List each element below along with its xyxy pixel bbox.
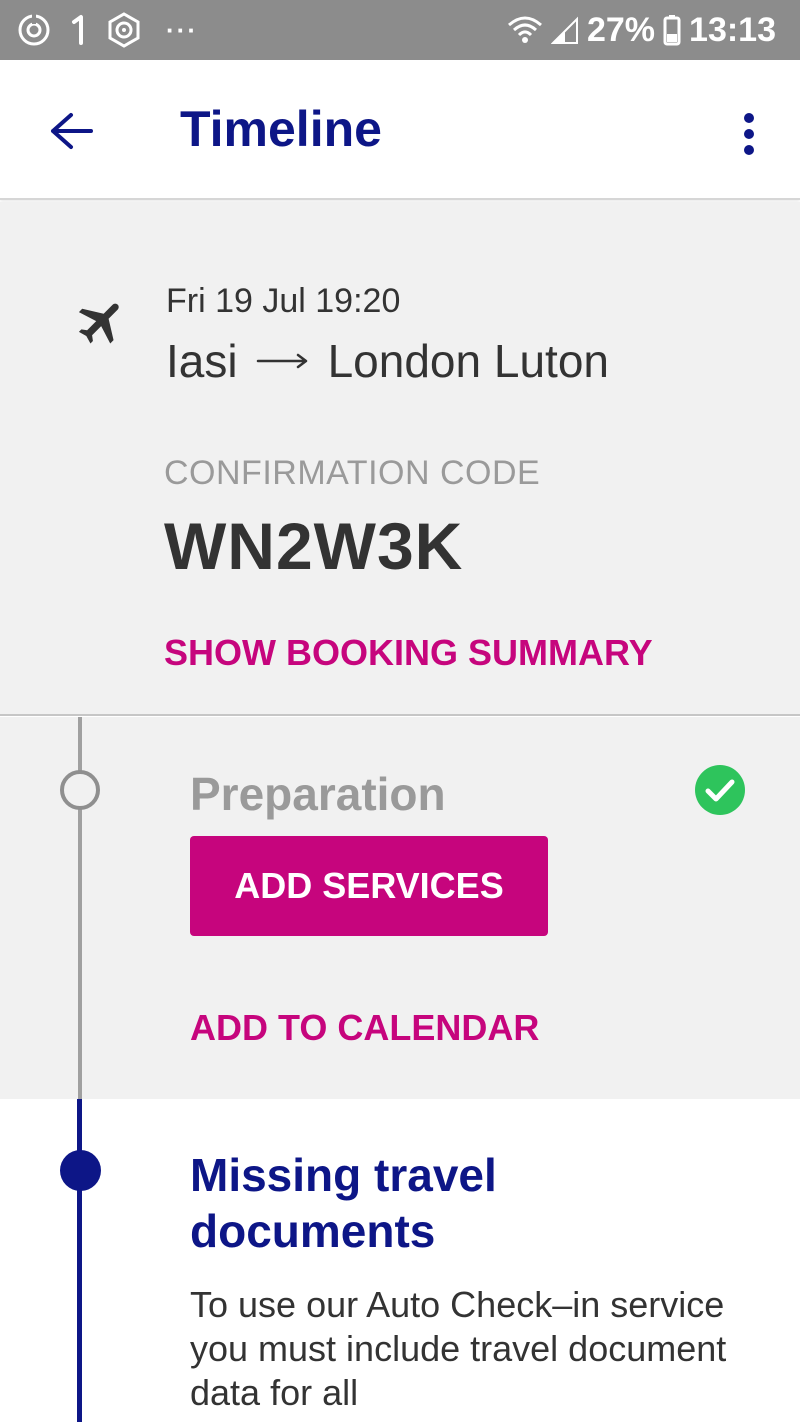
origin-city: Iasi xyxy=(166,335,238,387)
flight-route: Iasi London Luton xyxy=(166,334,609,388)
flight-datetime: Fri 19 Jul 19:20 xyxy=(166,282,401,320)
timeline-step-missing-documents: Missing travel documents To use our Auto… xyxy=(0,1099,800,1422)
confirmation-code-label: CONFIRMATION CODE xyxy=(164,454,541,492)
airplane-icon xyxy=(78,303,119,344)
check-circle-icon xyxy=(695,765,745,815)
battery-icon xyxy=(663,14,681,46)
arrow-left-icon xyxy=(51,113,93,149)
sync-icon xyxy=(16,12,52,48)
more-vert-icon xyxy=(744,113,754,155)
status-bar: ··· 27% 13:13 xyxy=(0,0,800,60)
timeline-node-filled xyxy=(60,1150,101,1191)
back-button[interactable] xyxy=(44,104,98,158)
timeline-node-hollow xyxy=(60,770,100,810)
page-title: Timeline xyxy=(180,101,382,157)
battery-percentage: 27% xyxy=(586,10,656,49)
status-bar-system: 27% 13:13 xyxy=(507,10,776,50)
timeline-step-preparation: Preparation ADD SERVICES ADD TO CALENDAR xyxy=(0,717,800,1099)
step-description: To use our Auto Check–in service you mus… xyxy=(190,1284,727,1413)
notification-1-icon xyxy=(68,12,90,48)
arrow-right-icon xyxy=(256,353,307,369)
add-to-calendar-link[interactable]: ADD TO CALENDAR xyxy=(190,1007,539,1049)
crypto-app-icon xyxy=(106,12,142,48)
step-title: Preparation xyxy=(190,768,446,820)
timeline-line-active xyxy=(77,1099,82,1422)
signal-icon xyxy=(550,15,579,45)
app-bar: Timeline xyxy=(0,60,800,200)
more-options-button[interactable] xyxy=(734,104,764,164)
wifi-icon xyxy=(507,15,543,45)
show-booking-summary-link[interactable]: SHOW BOOKING SUMMARY xyxy=(164,632,653,674)
add-services-button[interactable]: ADD SERVICES xyxy=(190,836,548,936)
clock: 13:13 xyxy=(689,10,776,49)
destination-city: London Luton xyxy=(327,335,609,387)
booking-summary-card: Fri 19 Jul 19:20 Iasi London Luton CONFI… xyxy=(0,202,800,716)
status-bar-notifications: ··· xyxy=(16,10,198,50)
more-notifications-icon: ··· xyxy=(166,14,198,45)
step-title: Missing travel documents xyxy=(190,1149,497,1257)
confirmation-code: WN2W3K xyxy=(164,509,464,583)
